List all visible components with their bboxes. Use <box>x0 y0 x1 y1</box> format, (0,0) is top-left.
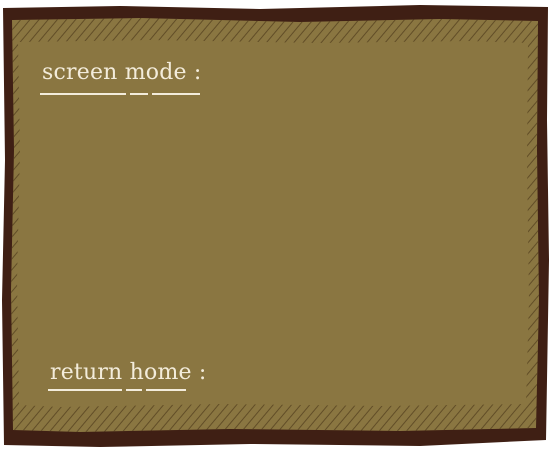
return-home-option[interactable]: return home : <box>48 360 209 389</box>
return-home-underline-end <box>146 389 186 391</box>
return-home-underline-dash <box>126 389 142 391</box>
return-home-label: return home : <box>50 360 207 385</box>
settings-screen: screen mode : return home : <box>0 0 550 450</box>
screen-mode-option[interactable]: screen mode : <box>40 60 204 89</box>
return-home-underline <box>48 389 122 391</box>
screen-mode-underline <box>40 93 126 95</box>
screen-mode-underline-dash <box>130 93 148 95</box>
panel-body <box>17 40 529 407</box>
screen-mode-underline-end <box>152 93 200 95</box>
screen-mode-label: screen mode : <box>42 60 202 85</box>
